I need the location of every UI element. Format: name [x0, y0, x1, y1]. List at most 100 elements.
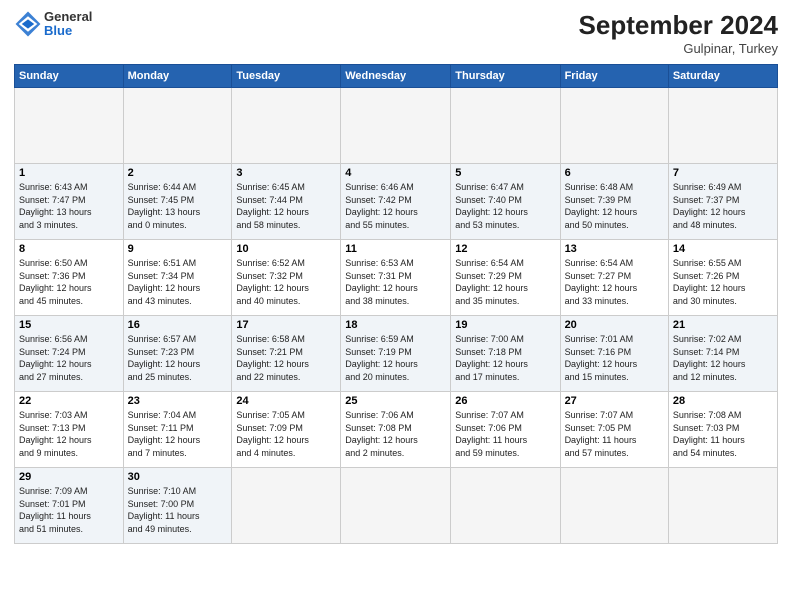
day-info: Sunrise: 7:07 AM Sunset: 7:06 PM Dayligh… [455, 409, 555, 459]
table-row: 3Sunrise: 6:45 AM Sunset: 7:44 PM Daylig… [232, 164, 341, 240]
table-row: 30 Sunrise: 7:10 AM Sunset: 7:00 PM Dayli… [123, 468, 232, 544]
col-thursday: Thursday [451, 65, 560, 88]
day-number: 12 [455, 243, 555, 255]
day-number: 11 [345, 243, 446, 255]
day-number: 24 [236, 395, 336, 407]
day-number: 21 [673, 319, 773, 331]
day-info: Sunrise: 7:09 AM Sunset: 7:01 PM Dayligh… [19, 485, 119, 535]
day-number: 4 [345, 167, 446, 179]
day-info: Sunrise: 6:43 AM Sunset: 7:47 PM Dayligh… [19, 181, 119, 231]
col-tuesday: Tuesday [232, 65, 341, 88]
day-number: 22 [19, 395, 119, 407]
day-number: 1 [19, 167, 119, 179]
table-row [668, 468, 777, 544]
calendar-week-row: 15 Sunrise: 6:56 AM Sunset: 7:24 PM Dayli… [15, 316, 778, 392]
day-number: 9 [128, 243, 228, 255]
table-row: 20Sunrise: 7:01 AM Sunset: 7:16 PM Dayli… [560, 316, 668, 392]
day-number: 15 [19, 319, 119, 331]
calendar-week-row: 8 Sunrise: 6:50 AM Sunset: 7:36 PM Daylig… [15, 240, 778, 316]
day-info: Sunrise: 6:44 AM Sunset: 7:45 PM Dayligh… [128, 181, 228, 231]
day-info: Sunrise: 6:51 AM Sunset: 7:34 PM Dayligh… [128, 257, 228, 307]
calendar-table: Sunday Monday Tuesday Wednesday Thursday… [14, 64, 778, 544]
day-info: Sunrise: 6:57 AM Sunset: 7:23 PM Dayligh… [128, 333, 228, 383]
table-row: 25Sunrise: 7:06 AM Sunset: 7:08 PM Dayli… [341, 392, 451, 468]
day-info: Sunrise: 6:56 AM Sunset: 7:24 PM Dayligh… [19, 333, 119, 383]
col-friday: Friday [560, 65, 668, 88]
logo-blue-text: Blue [44, 24, 92, 38]
table-row: 15 Sunrise: 6:56 AM Sunset: 7:24 PM Dayli… [15, 316, 124, 392]
table-row: 11Sunrise: 6:53 AM Sunset: 7:31 PM Dayli… [341, 240, 451, 316]
header: General Blue September 2024 Gulpinar, Tu… [14, 10, 778, 56]
col-monday: Monday [123, 65, 232, 88]
calendar-week-row: 29 Sunrise: 7:09 AM Sunset: 7:01 PM Dayli… [15, 468, 778, 544]
day-info: Sunrise: 6:59 AM Sunset: 7:19 PM Dayligh… [345, 333, 446, 383]
day-info: Sunrise: 6:46 AM Sunset: 7:42 PM Dayligh… [345, 181, 446, 231]
table-row: 18Sunrise: 6:59 AM Sunset: 7:19 PM Dayli… [341, 316, 451, 392]
day-number: 10 [236, 243, 336, 255]
table-row: 13Sunrise: 6:54 AM Sunset: 7:27 PM Dayli… [560, 240, 668, 316]
table-row: 17 Sunrise: 6:58 AM Sunset: 7:21 PM Dayli… [232, 316, 341, 392]
table-row: 27Sunrise: 7:07 AM Sunset: 7:05 PM Dayli… [560, 392, 668, 468]
table-row: 26 Sunrise: 7:07 AM Sunset: 7:06 PM Dayli… [451, 392, 560, 468]
day-info: Sunrise: 7:03 AM Sunset: 7:13 PM Dayligh… [19, 409, 119, 459]
table-row: 29 Sunrise: 7:09 AM Sunset: 7:01 PM Dayli… [15, 468, 124, 544]
day-number: 16 [128, 319, 228, 331]
table-row: 28 Sunrise: 7:08 AM Sunset: 7:03 PM Dayli… [668, 392, 777, 468]
table-row [668, 88, 777, 164]
day-info: Sunrise: 6:50 AM Sunset: 7:36 PM Dayligh… [19, 257, 119, 307]
day-info: Sunrise: 7:05 AM Sunset: 7:09 PM Dayligh… [236, 409, 336, 459]
month-title: September 2024 [579, 10, 778, 41]
day-number: 5 [455, 167, 555, 179]
table-row: 24 Sunrise: 7:05 AM Sunset: 7:09 PM Dayli… [232, 392, 341, 468]
table-row: 10 Sunrise: 6:52 AM Sunset: 7:32 PM Dayli… [232, 240, 341, 316]
calendar-header-row: Sunday Monday Tuesday Wednesday Thursday… [15, 65, 778, 88]
table-row: 8 Sunrise: 6:50 AM Sunset: 7:36 PM Daylig… [15, 240, 124, 316]
calendar-page: General Blue September 2024 Gulpinar, Tu… [0, 0, 792, 612]
day-number: 7 [673, 167, 773, 179]
logo-text: General Blue [44, 10, 92, 39]
day-info: Sunrise: 6:58 AM Sunset: 7:21 PM Dayligh… [236, 333, 336, 383]
day-info: Sunrise: 6:49 AM Sunset: 7:37 PM Dayligh… [673, 181, 773, 231]
day-info: Sunrise: 6:45 AM Sunset: 7:44 PM Dayligh… [236, 181, 336, 231]
table-row [451, 88, 560, 164]
day-info: Sunrise: 6:54 AM Sunset: 7:29 PM Dayligh… [455, 257, 555, 307]
day-info: Sunrise: 6:55 AM Sunset: 7:26 PM Dayligh… [673, 257, 773, 307]
day-number: 26 [455, 395, 555, 407]
table-row [341, 88, 451, 164]
location: Gulpinar, Turkey [579, 41, 778, 56]
table-row: 4 Sunrise: 6:46 AM Sunset: 7:42 PM Daylig… [341, 164, 451, 240]
day-number: 2 [128, 167, 228, 179]
logo-general-text: General [44, 10, 92, 24]
table-row: 6Sunrise: 6:48 AM Sunset: 7:39 PM Daylig… [560, 164, 668, 240]
col-sunday: Sunday [15, 65, 124, 88]
day-number: 29 [19, 471, 119, 483]
day-number: 8 [19, 243, 119, 255]
day-number: 30 [128, 471, 228, 483]
day-info: Sunrise: 7:06 AM Sunset: 7:08 PM Dayligh… [345, 409, 446, 459]
day-info: Sunrise: 7:04 AM Sunset: 7:11 PM Dayligh… [128, 409, 228, 459]
table-row: 9 Sunrise: 6:51 AM Sunset: 7:34 PM Daylig… [123, 240, 232, 316]
table-row [232, 88, 341, 164]
calendar-week-row: 22 Sunrise: 7:03 AM Sunset: 7:13 PM Dayli… [15, 392, 778, 468]
table-row: 16 Sunrise: 6:57 AM Sunset: 7:23 PM Dayli… [123, 316, 232, 392]
table-row [123, 88, 232, 164]
table-row: 7 Sunrise: 6:49 AM Sunset: 7:37 PM Daylig… [668, 164, 777, 240]
day-info: Sunrise: 7:08 AM Sunset: 7:03 PM Dayligh… [673, 409, 773, 459]
table-row: 1 Sunrise: 6:43 AM Sunset: 7:47 PM Daylig… [15, 164, 124, 240]
day-info: Sunrise: 6:52 AM Sunset: 7:32 PM Dayligh… [236, 257, 336, 307]
table-row [341, 468, 451, 544]
day-number: 28 [673, 395, 773, 407]
day-info: Sunrise: 7:10 AM Sunset: 7:00 PM Dayligh… [128, 485, 228, 535]
table-row: 14Sunrise: 6:55 AM Sunset: 7:26 PM Dayli… [668, 240, 777, 316]
table-row: 12 Sunrise: 6:54 AM Sunset: 7:29 PM Dayli… [451, 240, 560, 316]
title-block: September 2024 Gulpinar, Turkey [579, 10, 778, 56]
calendar-week-row [15, 88, 778, 164]
day-info: Sunrise: 7:07 AM Sunset: 7:05 PM Dayligh… [565, 409, 664, 459]
day-info: Sunrise: 6:48 AM Sunset: 7:39 PM Dayligh… [565, 181, 664, 231]
day-number: 23 [128, 395, 228, 407]
day-info: Sunrise: 7:00 AM Sunset: 7:18 PM Dayligh… [455, 333, 555, 383]
day-number: 17 [236, 319, 336, 331]
day-number: 13 [565, 243, 664, 255]
table-row: 5Sunrise: 6:47 AM Sunset: 7:40 PM Daylig… [451, 164, 560, 240]
table-row: 19Sunrise: 7:00 AM Sunset: 7:18 PM Dayli… [451, 316, 560, 392]
